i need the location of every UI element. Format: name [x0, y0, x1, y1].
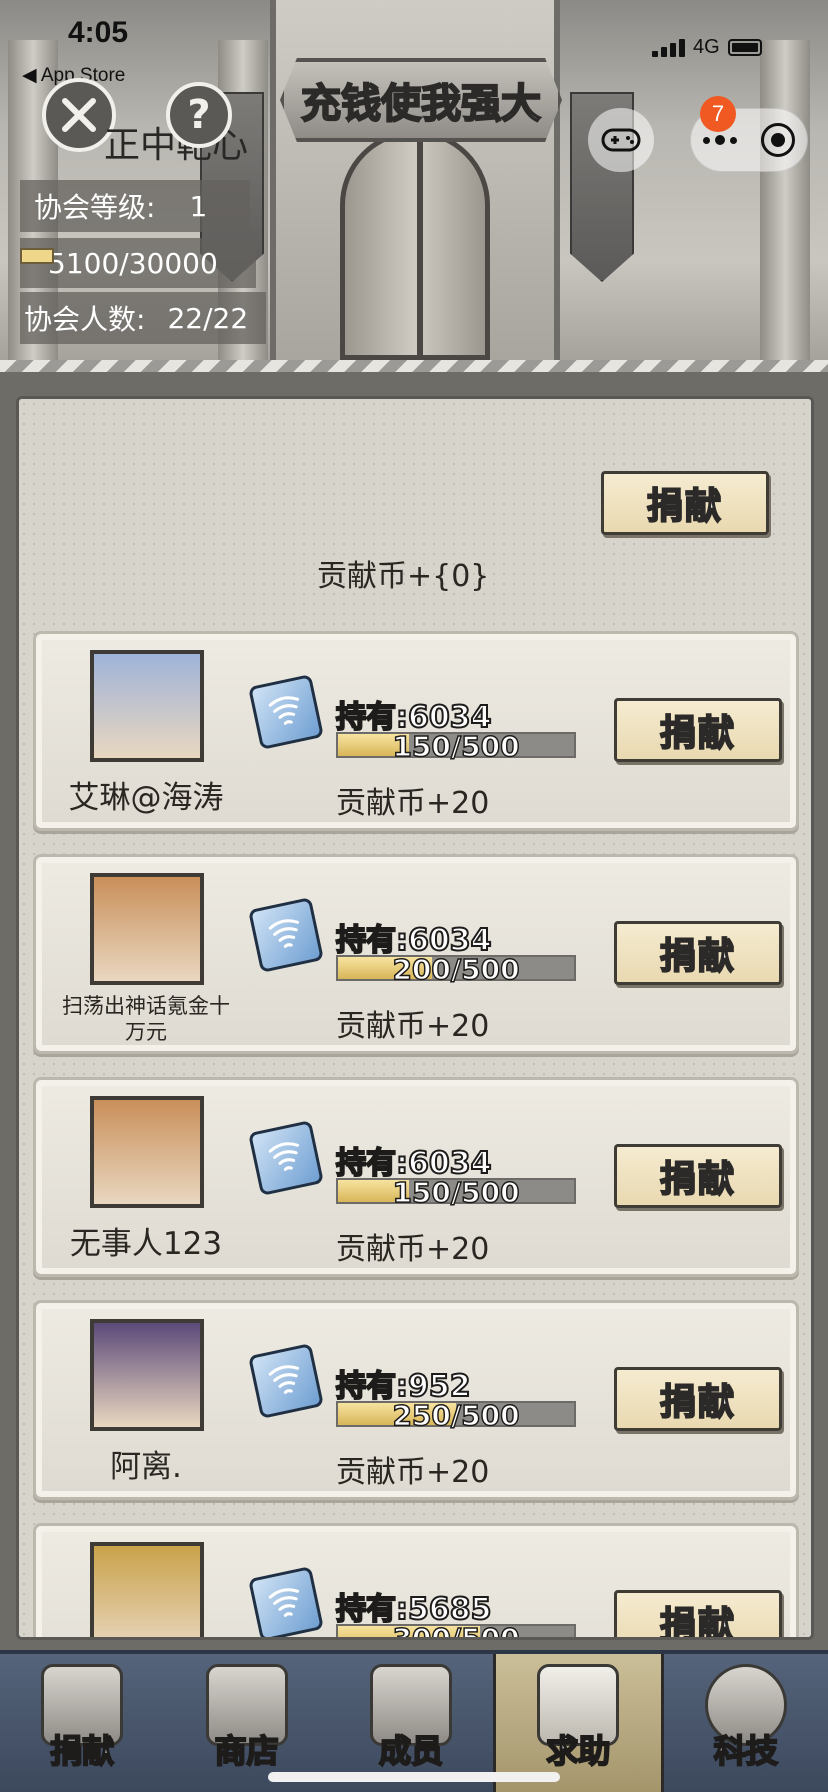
status-indicators: 4G — [652, 36, 762, 59]
donate-button-label: 捐献 — [659, 712, 736, 755]
exit-target-button[interactable] — [761, 123, 795, 157]
donate-button[interactable]: 捐献 — [614, 1367, 782, 1431]
donate-button-label: 捐献 — [659, 1381, 736, 1424]
request-card: 无事人123 持有:6034 150/500 贡献币+20 捐献 — [33, 1077, 799, 1277]
guild-members-row: 协会人数: 22/22 — [20, 292, 266, 344]
ghost-icon — [248, 1343, 324, 1419]
tab-label: 商店 — [214, 1731, 280, 1771]
member-name: 无事人123 — [69, 1226, 223, 1262]
tab-label: 成员 — [378, 1731, 444, 1771]
guild-exp-row: 5100/30000 — [20, 238, 256, 288]
status-time: 4:05 — [68, 16, 129, 49]
progress-text: 250/500 — [392, 1398, 521, 1433]
guild-level-label: 协会等级: — [34, 191, 156, 224]
help-request-panel: 捐献 贡献币+{0} 艾琳@海涛 持有:6034 150/500 贡献币+20 捐献 扫荡… — [16, 396, 814, 1640]
signal-icon — [652, 38, 685, 57]
contribution-coin-total: 贡献币+{0} — [317, 559, 490, 594]
guild-exp-text: 5100/30000 — [48, 246, 218, 280]
request-card: 扫荡出神话氪金十万元 持有:6034 200/500 贡献币+20 捐献 — [33, 854, 799, 1054]
home-indicator — [268, 1772, 560, 1782]
member-name: 艾琳@海涛 — [68, 780, 224, 816]
member-avatar — [90, 650, 204, 762]
donate-button[interactable]: 捐献 — [614, 1590, 782, 1640]
member-avatar — [90, 1096, 204, 1208]
donate-button[interactable]: 捐献 — [614, 921, 782, 985]
contribution-coin-reward: 贡献币+20 — [336, 1009, 490, 1044]
guild-level-value: 1 — [189, 189, 208, 223]
network-type: 4G — [693, 36, 720, 58]
member-avatar — [90, 1542, 204, 1637]
tab-label: 求助 — [545, 1731, 611, 1771]
title-plate: 充钱使我强大 — [280, 58, 562, 142]
help-button[interactable]: ? — [166, 82, 232, 148]
member-avatar — [90, 873, 204, 985]
battery-icon — [727, 39, 762, 56]
tab-label: 捐献 — [49, 1731, 115, 1771]
member-name: 阿离. — [110, 1449, 182, 1485]
guild-members-value: 22/22 — [167, 301, 249, 335]
bottom-tab-bar: 捐献 商店 成员 求助 科技 — [0, 1650, 828, 1792]
member-avatar — [90, 1319, 204, 1431]
castle-door — [340, 130, 490, 360]
contribution-coin-reward: 贡献币+20 — [336, 1232, 490, 1267]
gamepad-button[interactable] — [588, 108, 654, 172]
progress-text: 300/500 — [392, 1621, 521, 1640]
donation-progress-bar: 300/500 — [336, 1621, 576, 1640]
tab-donate[interactable]: 捐献 — [0, 1654, 164, 1792]
tab-tech[interactable]: 科技 — [664, 1654, 828, 1792]
donation-progress-bar: 200/500 — [336, 952, 576, 987]
guild-header: 4:05 ◀ App Store 4G 正中靶心 ? 充钱使我强大 7 协会等级… — [0, 0, 828, 372]
tornado-icon — [248, 897, 324, 973]
donate-button-label: 捐献 — [659, 1158, 736, 1201]
contribution-coin-reward: 贡献币+20 — [336, 1455, 490, 1490]
progress-text: 150/500 — [392, 729, 521, 764]
request-card: 阿离. 持有:952 250/500 贡献币+20 捐献 — [33, 1300, 799, 1500]
request-card: 持有:5685 300/500 捐献 — [33, 1523, 799, 1640]
member-name: 扫荡出神话氪金十万元 — [62, 994, 230, 1044]
donation-progress-bar: 150/500 — [336, 1175, 576, 1210]
header-divider — [0, 360, 828, 372]
donate-button-label: 捐献 — [659, 935, 736, 978]
more-menu-button[interactable] — [703, 135, 737, 145]
pillar-right — [760, 40, 810, 370]
donate-button[interactable]: 捐献 — [614, 698, 782, 762]
progress-text: 200/500 — [392, 952, 521, 987]
donation-progress-bar: 150/500 — [336, 729, 576, 764]
close-icon — [62, 98, 96, 132]
guild-level-row: 协会等级: 1 — [20, 180, 250, 232]
guild-members-label: 协会人数: — [24, 303, 146, 336]
donate-button-label: 捐献 — [659, 1604, 736, 1640]
donation-progress-bar: 250/500 — [336, 1398, 576, 1433]
droplet-icon — [248, 1566, 324, 1637]
tab-label: 科技 — [713, 1731, 779, 1771]
question-icon: ? — [187, 92, 211, 138]
donate-button-top[interactable]: 捐献 — [601, 471, 769, 535]
notification-badge: 7 — [700, 96, 736, 132]
donate-button[interactable]: 捐献 — [614, 1144, 782, 1208]
guild-exp-bar — [20, 248, 54, 264]
contribution-coin-reward: 贡献币+20 — [336, 786, 490, 821]
progress-text: 150/500 — [392, 1175, 521, 1210]
tornado-icon — [248, 674, 324, 750]
page-title: 充钱使我强大 — [300, 80, 542, 128]
tornado-icon — [248, 1120, 324, 1196]
donate-button-label: 捐献 — [646, 485, 723, 528]
gamepad-icon — [601, 128, 641, 152]
request-card: 艾琳@海涛 持有:6034 150/500 贡献币+20 捐献 — [33, 631, 799, 831]
